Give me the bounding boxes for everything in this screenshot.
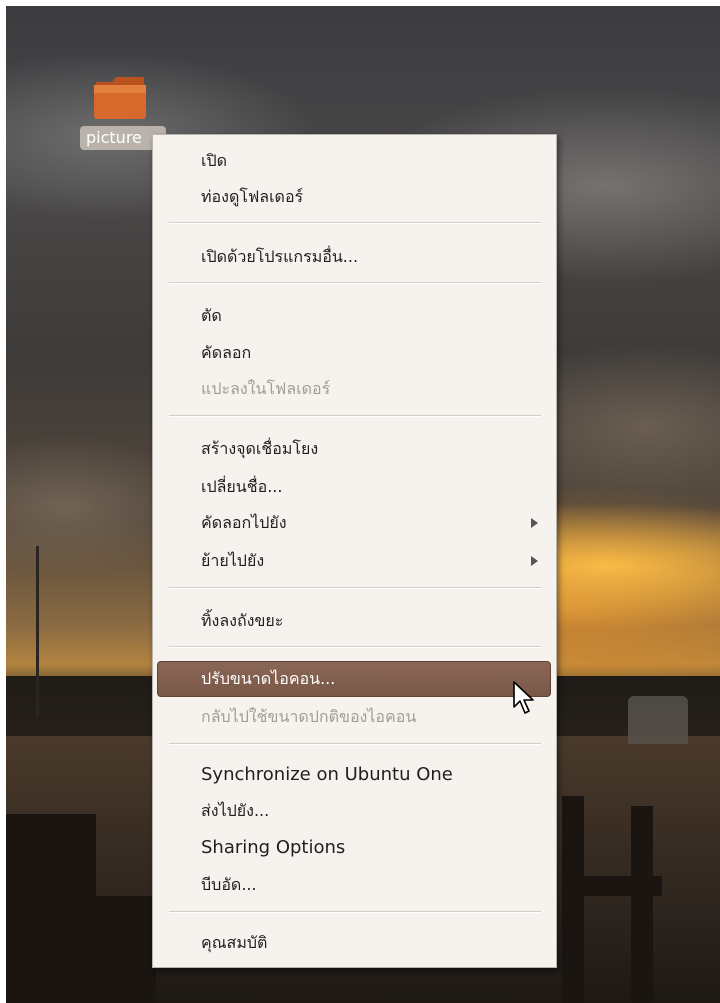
submenu-arrow-icon [531, 556, 538, 566]
wallpaper-mast [36, 546, 39, 716]
menu-item-sharing-options[interactable]: Sharing Options [201, 832, 345, 864]
folder-icon [94, 77, 146, 119]
menu-item-send-to[interactable]: ส่งไปยัง... [201, 795, 269, 827]
menu-separator [169, 911, 541, 913]
menu-item-move-to[interactable]: ย้ายไปยัง [201, 545, 264, 577]
menu-separator [169, 646, 541, 648]
wallpaper-dock-post [562, 876, 662, 896]
menu-item-open-with-other[interactable]: เปิดด้วยโปรแกรมอื่น... [201, 241, 358, 273]
menu-item-properties[interactable]: คุณสมบัติ [201, 927, 267, 959]
context-menu: เปิด ท่องดูโฟลเดอร์ เปิดด้วยโปรแกรมอื่น.… [152, 134, 557, 968]
menu-item-compress[interactable]: บีบอัด... [201, 869, 257, 901]
submenu-arrow-icon [531, 518, 538, 528]
mouse-pointer-icon [513, 681, 534, 714]
menu-separator [169, 222, 541, 224]
menu-item-paste-into-folder[interactable]: แปะลงในโฟลเดอร์ [201, 373, 330, 405]
menu-item-move-to-trash[interactable]: ทิ้งลงถังขยะ [201, 605, 283, 637]
wallpaper-dock-post [96, 896, 156, 1003]
menu-item-cut[interactable]: ตัด [201, 300, 222, 332]
menu-separator [169, 743, 541, 745]
menu-item-open[interactable]: เปิด [201, 145, 227, 177]
menu-item-copy-to[interactable]: คัดลอกไปยัง [201, 507, 287, 539]
menu-item-resize-icon[interactable]: ปรับขนาดไอคอน... [201, 663, 335, 695]
wallpaper-dock-post [6, 814, 96, 1003]
menu-separator [169, 282, 541, 284]
menu-item-copy[interactable]: คัดลอก [201, 337, 251, 369]
menu-item-restore-icon-size[interactable]: กลับไปใช้ขนาดปกติของไอคอน [201, 701, 416, 733]
menu-item-sync-ubuntu-one[interactable]: Synchronize on Ubuntu One [201, 759, 453, 791]
wallpaper-dock-post [631, 806, 653, 1003]
wallpaper-dock-post [562, 796, 584, 1003]
menu-item-make-link[interactable]: สร้างจุดเชื่อมโยง [201, 433, 318, 465]
menu-item-browse-folder[interactable]: ท่องดูโฟลเดอร์ [201, 181, 303, 213]
menu-separator [169, 587, 541, 589]
wallpaper-boat [628, 696, 688, 744]
menu-separator [169, 415, 541, 417]
menu-item-rename[interactable]: เปลี่ยนชื่อ... [201, 471, 282, 503]
